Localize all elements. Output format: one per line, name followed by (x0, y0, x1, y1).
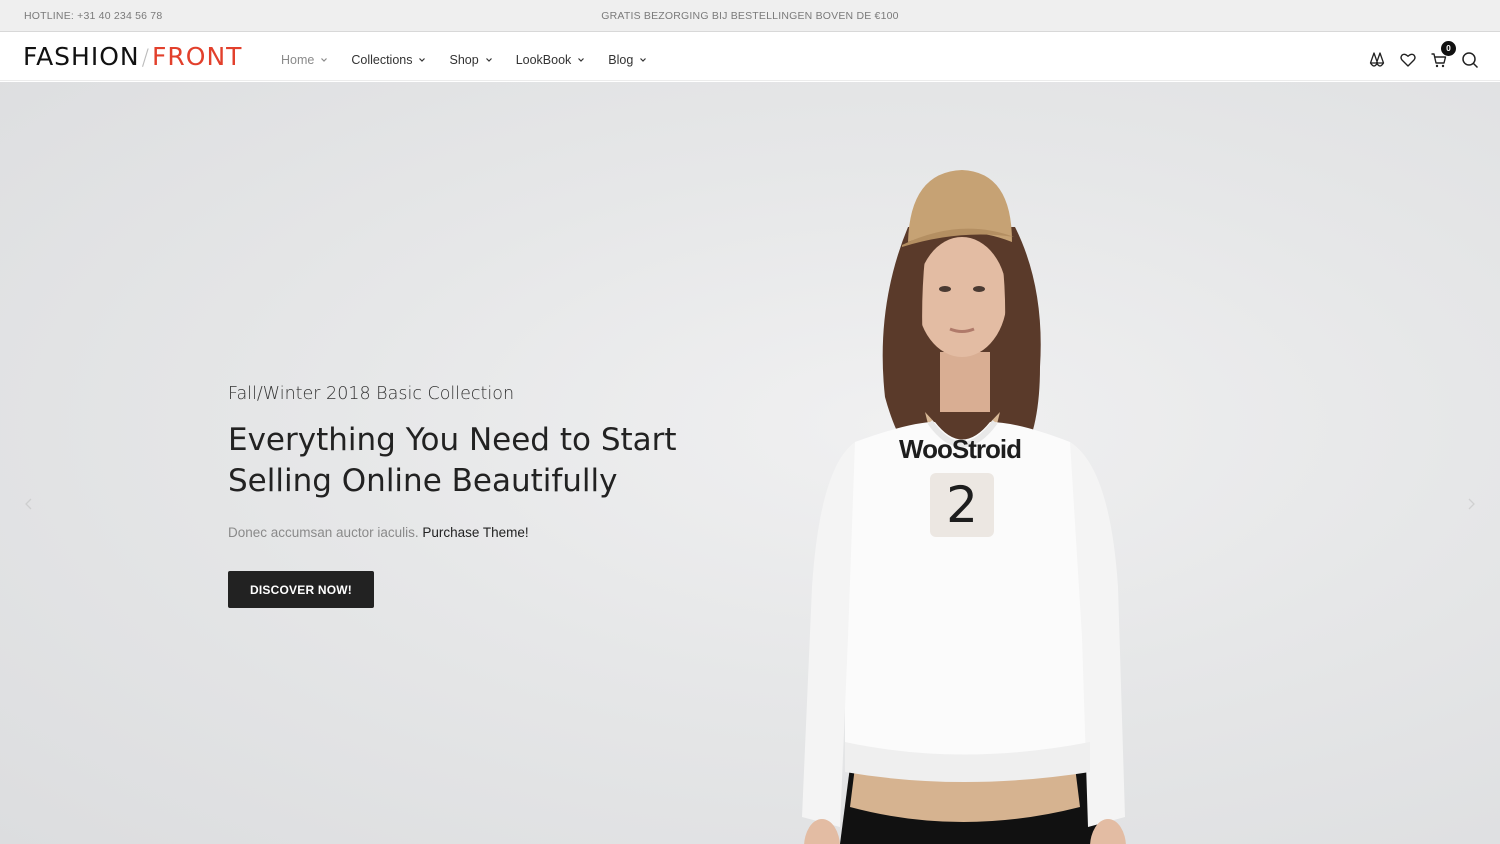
logo-text-fashion: FASHION (23, 42, 140, 71)
nav-item-lookbook[interactable]: LookBook (516, 53, 585, 67)
cart-icon[interactable]: 0 (1429, 41, 1456, 70)
nav-label: Blog (608, 53, 634, 67)
chevron-down-icon (419, 57, 426, 63)
nav-label: Home (281, 53, 315, 67)
nav-item-shop[interactable]: Shop (449, 53, 492, 67)
search-icon[interactable] (1460, 50, 1480, 70)
header-actions: 0 (1356, 41, 1480, 70)
hero-description: Donec accumsan auctor iaculis. Purchase … (228, 525, 529, 540)
promo-text: GRATIS BEZORGING BIJ BESTELLINGEN BOVEN … (601, 10, 899, 22)
chevron-down-icon (640, 57, 647, 63)
hero-title: Everything You Need to Start Selling Onl… (228, 422, 677, 499)
compare-icon[interactable] (1367, 50, 1387, 70)
main-nav: Home Collections Shop LookBook Blog (281, 53, 670, 67)
hero-subtitle: Fall/Winter 2018 Basic Collection (228, 384, 515, 404)
nav-item-home[interactable]: Home (281, 53, 328, 67)
cart-count-badge: 0 (1441, 41, 1456, 56)
logo-slash: / (141, 46, 151, 71)
nav-label: LookBook (515, 53, 572, 67)
discover-now-button[interactable]: DISCOVER NOW! (228, 571, 374, 608)
chevron-down-icon (485, 57, 492, 63)
top-bar: HOTLINE: +31 40 234 56 78 GRATIS BEZORGI… (0, 0, 1500, 32)
chevron-right-icon[interactable] (1464, 497, 1478, 511)
hero-slider: Fall/Winter 2018 Basic Collection Everyt… (0, 82, 1500, 844)
purchase-theme-link[interactable]: Purchase Theme! (422, 525, 528, 540)
site-logo[interactable]: FASHION/FRONT (23, 42, 242, 71)
nav-item-blog[interactable]: Blog (608, 53, 647, 67)
nav-label: Collections (351, 53, 413, 67)
nav-item-collections[interactable]: Collections (351, 53, 426, 67)
shirt-brand-text: WooStroid (899, 434, 1022, 464)
site-header: FASHION/FRONT Home Collections Shop Look… (0, 32, 1500, 81)
chevron-down-icon (578, 57, 585, 63)
nav-label: Shop (449, 53, 479, 67)
logo-text-front: FRONT (152, 42, 243, 71)
hero-description-text: Donec accumsan auctor iaculis. (228, 525, 419, 540)
heart-icon[interactable] (1398, 50, 1418, 70)
chevron-down-icon (321, 57, 328, 63)
shirt-number-text: 2 (930, 473, 994, 537)
chevron-left-icon[interactable] (22, 497, 36, 511)
